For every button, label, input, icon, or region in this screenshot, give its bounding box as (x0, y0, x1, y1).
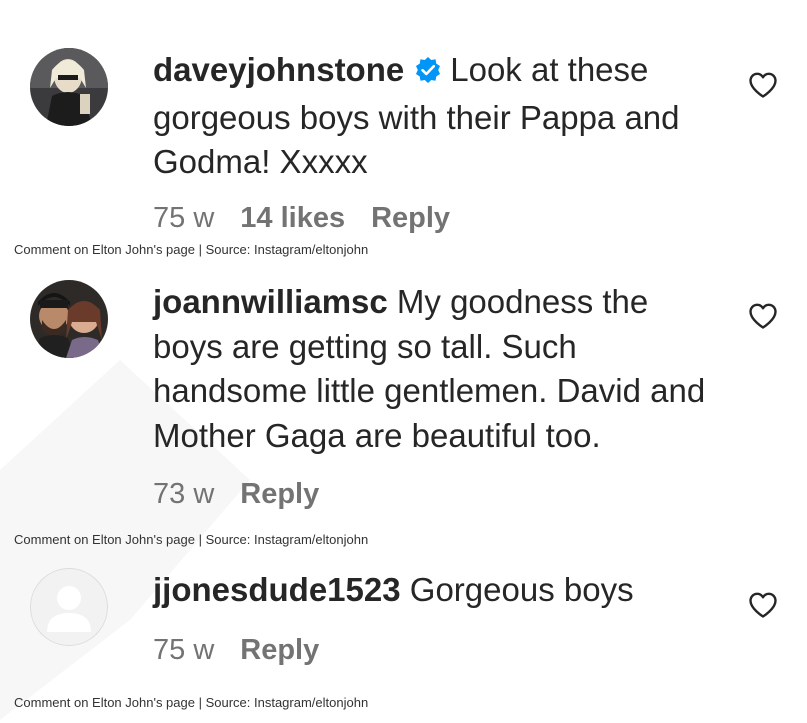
comment-time: 73 w (153, 478, 215, 510)
comment-text: Gorgeous boys (409, 571, 634, 608)
comment-time: 75 w (153, 202, 215, 234)
comment-username[interactable]: daveyjohnstone (153, 51, 404, 88)
comment-body: joannwilliamsc My goodness the boys are … (153, 280, 723, 458)
avatar[interactable] (30, 48, 108, 126)
profile-photo (30, 280, 108, 358)
image-caption: Comment on Elton John's page | Source: I… (14, 695, 369, 710)
comment-meta: 73 w Reply (153, 478, 345, 511)
comment-meta: 75 w Reply (153, 634, 345, 667)
reply-button[interactable]: Reply (240, 478, 319, 510)
comment-time: 75 w (153, 634, 215, 666)
heart-outline-icon[interactable] (748, 591, 778, 619)
heart-outline-icon[interactable] (748, 71, 778, 99)
heart-outline-icon[interactable] (748, 302, 778, 330)
image-caption: Comment on Elton John's page | Source: I… (14, 532, 369, 547)
default-avatar-icon[interactable] (30, 568, 108, 646)
comment-username[interactable]: joannwilliamsc (153, 283, 388, 320)
reply-button[interactable]: Reply (240, 634, 319, 666)
verified-badge-icon (414, 51, 442, 96)
comment-meta: 75 w 14 likes Reply (153, 202, 476, 235)
image-caption: Comment on Elton John's page | Source: I… (14, 242, 369, 257)
reply-button[interactable]: Reply (371, 202, 450, 234)
comment-body: daveyjohnstone Look at these gorgeous boy… (153, 48, 723, 185)
likes-count[interactable]: 14 likes (240, 202, 345, 234)
comment-username[interactable]: jjonesdude1523 (153, 571, 401, 608)
avatar[interactable] (30, 280, 108, 358)
profile-photo (30, 48, 108, 126)
comment-body: jjonesdude1523 Gorgeous boys (153, 568, 723, 613)
